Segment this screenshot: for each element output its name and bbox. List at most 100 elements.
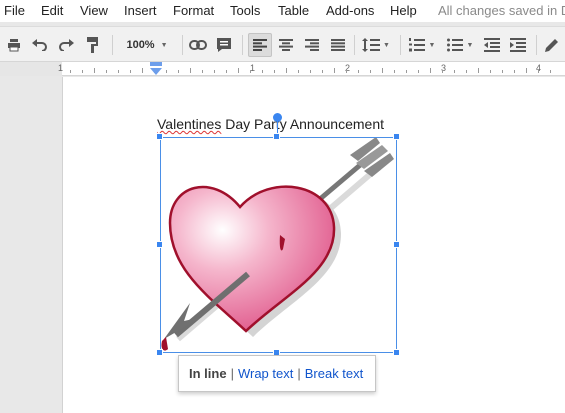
- ruler-tick: [454, 70, 455, 73]
- ruler-tick: [478, 68, 479, 73]
- link-icon: [189, 40, 207, 50]
- ruler-tick: [178, 70, 179, 73]
- ruler-tick: [442, 70, 443, 73]
- print-icon: [8, 39, 20, 52]
- ruler-tick: [286, 68, 287, 73]
- toolbar: 100% ▼ ▼ ▼ ▼: [0, 26, 565, 62]
- menu-help[interactable]: Help: [390, 3, 417, 18]
- align-center-button[interactable]: [276, 33, 296, 57]
- separator: |: [230, 366, 234, 381]
- menu-insert[interactable]: Insert: [124, 3, 157, 18]
- edit-pencil-icon: [545, 39, 558, 52]
- toolbar-divider: [400, 35, 401, 55]
- resize-handle-right[interactable]: [393, 241, 400, 248]
- ruler-margin: [0, 62, 62, 76]
- numbered-list-icon: [408, 38, 425, 52]
- ruler-tick: [466, 70, 467, 73]
- menu-add-ons[interactable]: Add-ons: [326, 3, 374, 18]
- ruler-tick: [550, 70, 551, 73]
- resize-handle-left[interactable]: [156, 241, 163, 248]
- menu-file[interactable]: File: [4, 3, 25, 18]
- menu-table[interactable]: Table: [278, 3, 309, 18]
- ruler-tick: [502, 70, 503, 73]
- menu-tools[interactable]: Tools: [230, 3, 260, 18]
- in-line-option[interactable]: In line: [189, 366, 227, 381]
- separator: |: [297, 366, 301, 381]
- paint-format-icon: [87, 37, 98, 53]
- ruler-tick: [394, 70, 395, 73]
- line-spacing-button[interactable]: ▼: [360, 33, 392, 57]
- numbered-list-button[interactable]: ▼: [406, 33, 438, 57]
- menu-format[interactable]: Format: [173, 3, 214, 18]
- toolbar-divider: [536, 35, 537, 55]
- align-left-button[interactable]: [248, 33, 272, 57]
- ruler-tick: [370, 70, 371, 73]
- insert-comment-button[interactable]: [214, 33, 234, 57]
- ruler-tick: [142, 68, 143, 73]
- justify-button[interactable]: [328, 33, 348, 57]
- ruler-tick: [406, 70, 407, 73]
- ruler-tick: [346, 70, 347, 73]
- chevron-down-icon: ▼: [383, 41, 390, 49]
- editing-mode-button[interactable]: [542, 33, 562, 57]
- misspelled-word[interactable]: Valentines: [157, 116, 221, 132]
- indent-marker[interactable]: [149, 62, 163, 76]
- save-status[interactable]: All changes saved in Drive: [438, 3, 565, 18]
- comment-icon: [217, 38, 231, 52]
- document-heading[interactable]: Valentines Day Party Announcement: [157, 116, 384, 132]
- image-options-popup: In line | Wrap text | Break text: [178, 355, 376, 392]
- justify-icon: [331, 39, 345, 51]
- ruler-tick: [382, 68, 383, 73]
- ruler-tick: [274, 70, 275, 73]
- menu-view[interactable]: View: [80, 3, 108, 18]
- toolbar-divider: [242, 35, 243, 55]
- image-selection-box: [160, 137, 397, 353]
- align-left-icon: [253, 39, 267, 51]
- chevron-down-icon: ▼: [466, 41, 474, 49]
- ruler-tick: [514, 70, 515, 73]
- toolbar-divider: [354, 35, 355, 55]
- ruler-tick: [538, 70, 539, 73]
- ruler-tick: [130, 70, 131, 73]
- break-text-link[interactable]: Break text: [305, 366, 364, 381]
- decrease-indent-button[interactable]: [482, 33, 502, 57]
- ruler-tick: [190, 68, 191, 73]
- align-center-icon: [279, 39, 293, 51]
- undo-button[interactable]: [30, 33, 50, 57]
- resize-handle-top[interactable]: [273, 133, 280, 140]
- toolbar-divider: [182, 35, 183, 55]
- paint-format-button[interactable]: [83, 33, 103, 57]
- ruler-tick: [238, 68, 239, 73]
- undo-icon: [32, 39, 47, 51]
- decrease-indent-icon: [484, 38, 500, 52]
- ruler-tick: [262, 70, 263, 73]
- ruler-number: 1: [58, 63, 64, 73]
- bulleted-list-icon: [446, 38, 463, 52]
- ruler-tick: [358, 70, 359, 73]
- print-button[interactable]: [4, 33, 24, 57]
- ruler-tick: [94, 68, 95, 73]
- ruler-tick: [322, 70, 323, 73]
- ruler[interactable]: 1 1 2 3 4: [0, 62, 565, 76]
- menu-bar: File Edit View Insert Format Tools Table…: [0, 0, 565, 22]
- wrap-text-link[interactable]: Wrap text: [238, 366, 293, 381]
- resize-handle-bottom-right[interactable]: [393, 349, 400, 356]
- increase-indent-button[interactable]: [508, 33, 528, 57]
- ruler-tick: [490, 70, 491, 73]
- align-right-button[interactable]: [302, 33, 322, 57]
- resize-handle-bottom-left[interactable]: [156, 349, 163, 356]
- toolbar-divider: [112, 35, 113, 55]
- align-right-icon: [305, 39, 319, 51]
- bulleted-list-button[interactable]: ▼: [444, 33, 476, 57]
- ruler-tick: [298, 70, 299, 73]
- ruler-tick: [334, 68, 335, 73]
- resize-handle-top-right[interactable]: [393, 133, 400, 140]
- ruler-tick: [250, 70, 251, 73]
- insert-link-button[interactable]: [188, 33, 208, 57]
- rotate-handle[interactable]: [273, 113, 282, 122]
- ruler-tick: [310, 70, 311, 73]
- resize-handle-top-left[interactable]: [156, 133, 163, 140]
- menu-edit[interactable]: Edit: [41, 3, 63, 18]
- redo-button[interactable]: [56, 33, 76, 57]
- zoom-select[interactable]: 100% ▼: [120, 33, 174, 57]
